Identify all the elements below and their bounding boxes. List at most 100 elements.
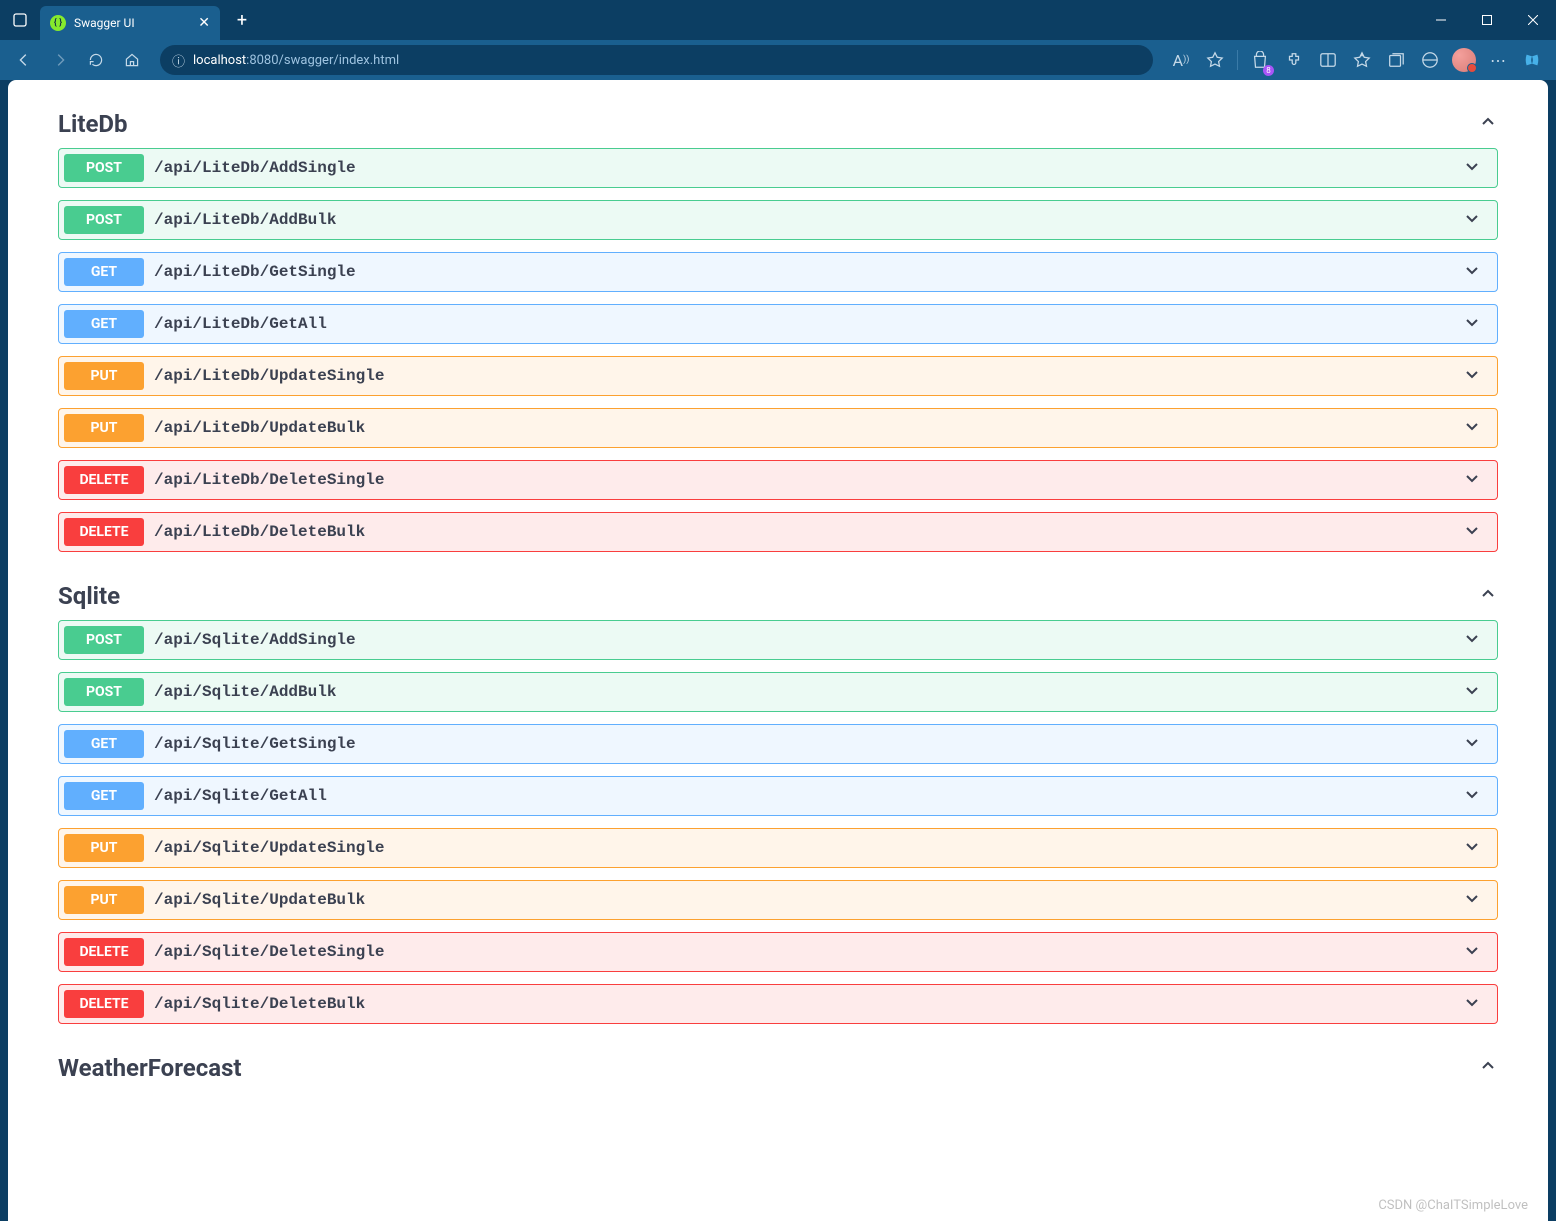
tab-close-button[interactable]: ✕ bbox=[198, 15, 210, 31]
minimize-button[interactable] bbox=[1418, 4, 1464, 36]
method-badge: PUT bbox=[64, 886, 144, 914]
tag-name: LiteDb bbox=[58, 110, 128, 138]
chevron-down-icon bbox=[1462, 628, 1482, 652]
chevron-down-icon bbox=[1462, 680, 1482, 704]
tab-title: Swagger UI bbox=[74, 16, 190, 30]
window-controls bbox=[1418, 4, 1556, 36]
browser-tab[interactable]: { } Swagger UI ✕ bbox=[40, 6, 220, 40]
tag-name: WeatherForecast bbox=[58, 1054, 242, 1082]
forward-button[interactable] bbox=[44, 44, 76, 76]
read-aloud-button[interactable]: A)) bbox=[1165, 44, 1197, 76]
tag-section: LiteDbPOST/api/LiteDb/AddSinglePOST/api/… bbox=[58, 100, 1498, 552]
browser-toolbar: ⓘ localhost:8080/swagger/index.html A)) bbox=[0, 40, 1556, 80]
operation-path: /api/Sqlite/DeleteSingle bbox=[154, 943, 1462, 961]
operation-block[interactable]: POST/api/Sqlite/AddSingle bbox=[58, 620, 1498, 660]
method-badge: POST bbox=[64, 206, 144, 234]
method-badge: PUT bbox=[64, 834, 144, 862]
operation-block[interactable]: DELETE/api/Sqlite/DeleteSingle bbox=[58, 932, 1498, 972]
refresh-button[interactable] bbox=[80, 44, 112, 76]
browser-window: { } Swagger UI ✕ + bbox=[0, 0, 1556, 1221]
chevron-down-icon bbox=[1462, 312, 1482, 336]
chevron-up-icon bbox=[1478, 1056, 1498, 1080]
site-info-icon[interactable]: ⓘ bbox=[172, 51, 185, 70]
page-content[interactable]: LiteDbPOST/api/LiteDb/AddSinglePOST/api/… bbox=[8, 80, 1548, 1221]
tag-header[interactable]: WeatherForecast bbox=[58, 1044, 1498, 1092]
operation-block[interactable]: GET/api/Sqlite/GetSingle bbox=[58, 724, 1498, 764]
method-badge: POST bbox=[64, 678, 144, 706]
tag-name: Sqlite bbox=[58, 582, 120, 610]
method-badge: GET bbox=[64, 258, 144, 286]
titlebar: { } Swagger UI ✕ + bbox=[0, 0, 1556, 40]
copilot-button[interactable] bbox=[1516, 44, 1548, 76]
operation-block[interactable]: POST/api/Sqlite/AddBulk bbox=[58, 672, 1498, 712]
tag-header[interactable]: LiteDb bbox=[58, 100, 1498, 148]
operation-block[interactable]: POST/api/LiteDb/AddBulk bbox=[58, 200, 1498, 240]
operation-block[interactable]: DELETE/api/LiteDb/DeleteBulk bbox=[58, 512, 1498, 552]
method-badge: GET bbox=[64, 310, 144, 338]
operation-block[interactable]: DELETE/api/Sqlite/DeleteBulk bbox=[58, 984, 1498, 1024]
method-badge: POST bbox=[64, 154, 144, 182]
method-badge: PUT bbox=[64, 414, 144, 442]
tag-header[interactable]: Sqlite bbox=[58, 572, 1498, 620]
chevron-down-icon bbox=[1462, 416, 1482, 440]
chevron-down-icon bbox=[1462, 156, 1482, 180]
operation-block[interactable]: DELETE/api/LiteDb/DeleteSingle bbox=[58, 460, 1498, 500]
split-screen-button[interactable] bbox=[1312, 44, 1344, 76]
chevron-down-icon bbox=[1462, 784, 1482, 808]
method-badge: DELETE bbox=[64, 518, 144, 546]
chevron-down-icon bbox=[1462, 260, 1482, 284]
more-button[interactable]: ⋯ bbox=[1482, 44, 1514, 76]
operation-block[interactable]: PUT/api/LiteDb/UpdateBulk bbox=[58, 408, 1498, 448]
collections-button[interactable] bbox=[1380, 44, 1412, 76]
operation-block[interactable]: PUT/api/Sqlite/UpdateBulk bbox=[58, 880, 1498, 920]
operation-path: /api/Sqlite/DeleteBulk bbox=[154, 995, 1462, 1013]
chevron-down-icon bbox=[1462, 992, 1482, 1016]
new-tab-button[interactable]: + bbox=[228, 6, 256, 34]
operation-path: /api/Sqlite/UpdateBulk bbox=[154, 891, 1462, 909]
watermark: CSDN @ChaITSimpleLove bbox=[1378, 1198, 1528, 1213]
chevron-up-icon bbox=[1478, 584, 1498, 608]
operation-path: /api/Sqlite/GetSingle bbox=[154, 735, 1462, 753]
method-badge: GET bbox=[64, 782, 144, 810]
maximize-button[interactable] bbox=[1464, 4, 1510, 36]
chevron-down-icon bbox=[1462, 836, 1482, 860]
operation-block[interactable]: GET/api/Sqlite/GetAll bbox=[58, 776, 1498, 816]
chevron-down-icon bbox=[1462, 888, 1482, 912]
operation-path: /api/LiteDb/GetAll bbox=[154, 315, 1462, 333]
close-window-button[interactable] bbox=[1510, 4, 1556, 36]
operation-block[interactable]: PUT/api/LiteDb/UpdateSingle bbox=[58, 356, 1498, 396]
operation-path: /api/Sqlite/AddBulk bbox=[154, 683, 1462, 701]
method-badge: GET bbox=[64, 730, 144, 758]
operation-path: /api/LiteDb/DeleteBulk bbox=[154, 523, 1462, 541]
operation-path: /api/LiteDb/GetSingle bbox=[154, 263, 1462, 281]
browser-essentials-button[interactable] bbox=[1414, 44, 1446, 76]
operation-path: /api/LiteDb/UpdateSingle bbox=[154, 367, 1462, 385]
tab-actions-button[interactable] bbox=[0, 0, 40, 40]
chevron-down-icon bbox=[1462, 940, 1482, 964]
operation-block[interactable]: PUT/api/Sqlite/UpdateSingle bbox=[58, 828, 1498, 868]
favorites-bar-button[interactable] bbox=[1346, 44, 1378, 76]
operation-block[interactable]: POST/api/LiteDb/AddSingle bbox=[58, 148, 1498, 188]
chevron-up-icon bbox=[1478, 112, 1498, 136]
home-button[interactable] bbox=[116, 44, 148, 76]
avatar-icon bbox=[1452, 48, 1476, 72]
toolbar-right: A)) bbox=[1165, 44, 1548, 76]
address-bar[interactable]: ⓘ localhost:8080/swagger/index.html bbox=[160, 45, 1153, 75]
chevron-down-icon bbox=[1462, 732, 1482, 756]
tag-section: SqlitePOST/api/Sqlite/AddSinglePOST/api/… bbox=[58, 572, 1498, 1024]
operation-path: /api/LiteDb/AddBulk bbox=[154, 211, 1462, 229]
operation-block[interactable]: GET/api/LiteDb/GetAll bbox=[58, 304, 1498, 344]
operation-block[interactable]: GET/api/LiteDb/GetSingle bbox=[58, 252, 1498, 292]
profile-button[interactable] bbox=[1448, 44, 1480, 76]
favorite-button[interactable] bbox=[1199, 44, 1231, 76]
back-button[interactable] bbox=[8, 44, 40, 76]
method-badge: DELETE bbox=[64, 938, 144, 966]
method-badge: POST bbox=[64, 626, 144, 654]
extensions-button[interactable] bbox=[1278, 44, 1310, 76]
operation-path: /api/Sqlite/GetAll bbox=[154, 787, 1462, 805]
operation-path: /api/Sqlite/UpdateSingle bbox=[154, 839, 1462, 857]
shopping-button[interactable] bbox=[1244, 44, 1276, 76]
swagger-favicon-icon: { } bbox=[50, 15, 66, 31]
operation-path: /api/LiteDb/DeleteSingle bbox=[154, 471, 1462, 489]
swagger-ui: LiteDbPOST/api/LiteDb/AddSinglePOST/api/… bbox=[8, 80, 1548, 1132]
